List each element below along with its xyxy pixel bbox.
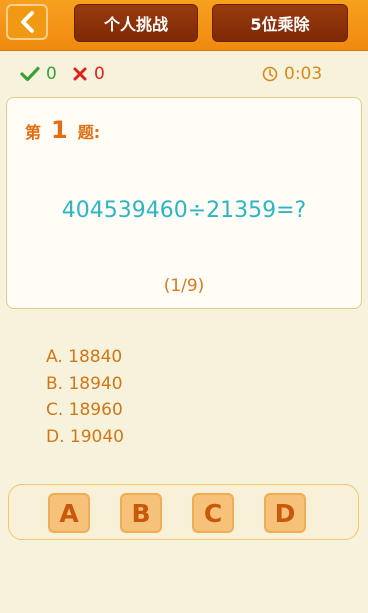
- question-label: 第 1 题:: [25, 116, 100, 144]
- answer-button-d[interactable]: D: [264, 493, 306, 533]
- option-a: A. 18840: [46, 347, 123, 367]
- option-b: B. 18940: [46, 373, 123, 394]
- correct-counter: 0: [20, 62, 57, 86]
- top-bar: 个人挑战 5位乘除: [0, 0, 368, 51]
- back-button[interactable]: [6, 4, 48, 40]
- question-prefix: 第: [25, 123, 42, 142]
- answer-panel: A B C D: [8, 484, 359, 540]
- chevron-left-icon: [18, 10, 36, 34]
- timer-value: 0:03: [284, 64, 323, 84]
- answer-button-c[interactable]: C: [192, 493, 234, 533]
- tab-five-digit-mul-div[interactable]: 5位乘除: [212, 4, 348, 42]
- tab-personal-challenge[interactable]: 个人挑战: [74, 4, 198, 42]
- wrong-count: 0: [94, 64, 105, 84]
- question-expression: 404539460÷21359=?: [61, 198, 307, 223]
- cross-icon: [72, 66, 88, 82]
- question-number: 1: [51, 116, 68, 144]
- question-progress: (1/9): [163, 276, 205, 296]
- option-d: D. 19040: [46, 426, 124, 447]
- option-c: C. 18960: [46, 400, 123, 420]
- correct-count: 0: [46, 64, 57, 84]
- clock-icon: [262, 66, 278, 82]
- answer-button-a[interactable]: A: [48, 493, 90, 533]
- answer-button-b[interactable]: B: [120, 493, 162, 533]
- options-list: A. 18840 B. 18940 C. 18960 D. 19040: [46, 344, 124, 450]
- timer: 0:03: [262, 62, 322, 86]
- question-card: 第 1 题: 404539460÷21359=? (1/9): [6, 97, 362, 309]
- checkmark-icon: [20, 66, 40, 82]
- wrong-counter: 0: [72, 62, 105, 86]
- question-suffix: 题:: [77, 123, 101, 142]
